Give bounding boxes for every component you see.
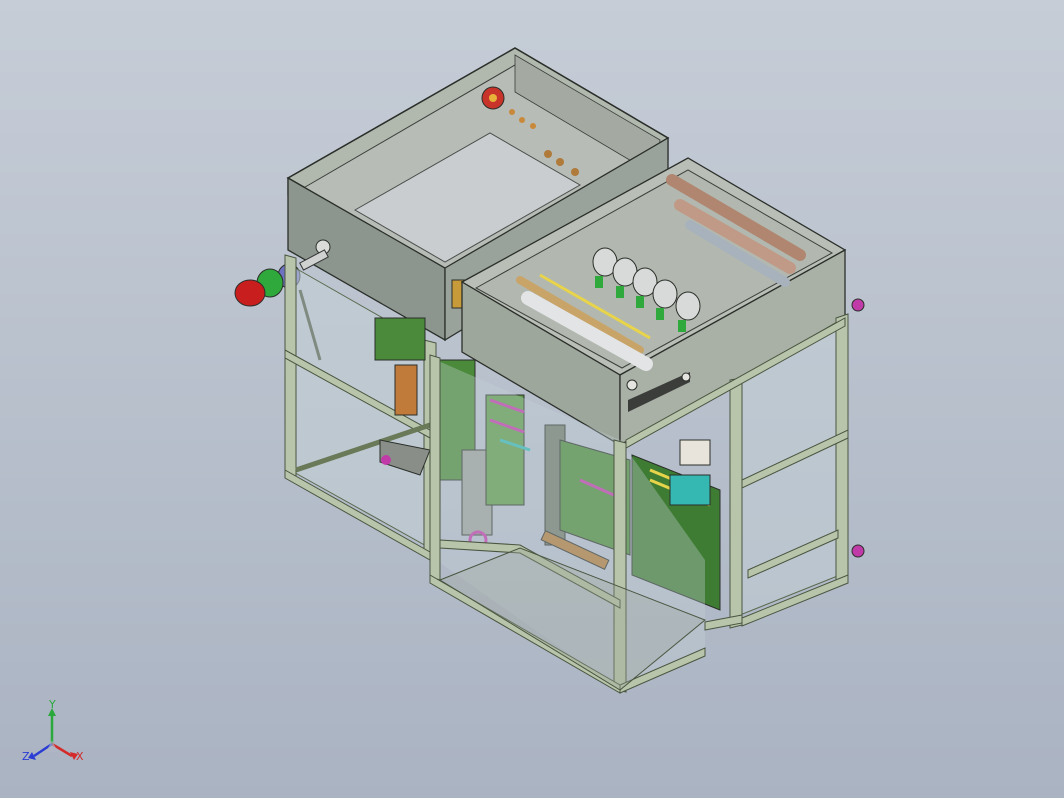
y-axis-label: Y xyxy=(48,700,56,711)
machine-assembly[interactable] xyxy=(0,0,1064,798)
graphics-viewport[interactable]: Y X Z xyxy=(0,0,1064,798)
orientation-triad[interactable]: Y X Z xyxy=(16,700,96,780)
x-axis-label: X xyxy=(76,750,84,763)
z-axis-label: Z xyxy=(22,750,30,763)
